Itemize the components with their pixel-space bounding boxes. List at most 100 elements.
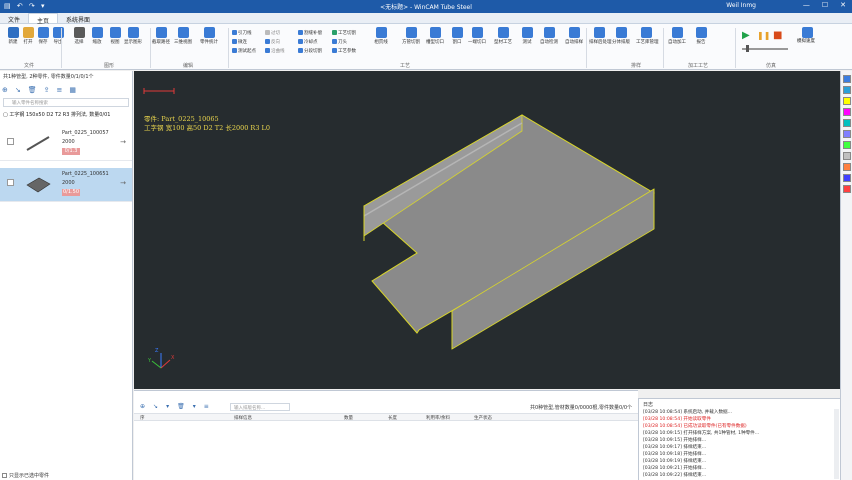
part-detail-arrow-icon[interactable]: → [120, 138, 126, 146]
color-swatch[interactable] [843, 130, 851, 138]
color-swatch[interactable] [843, 141, 851, 149]
col-utilization[interactable]: 利用率/余料 [426, 415, 450, 421]
zoom-button[interactable]: 缩放 [90, 27, 104, 45]
add-part-icon[interactable]: ⊕ [2, 86, 8, 94]
speed-slider-thumb[interactable] [746, 45, 749, 52]
show-selected-option[interactable]: 只显示已选中零件 [2, 472, 49, 479]
col-info[interactable]: 排样信息 [234, 415, 252, 421]
reverse-button[interactable]: 反向 [265, 38, 285, 47]
trace-path-button[interactable]: 截取路径 [152, 27, 170, 45]
process-lib-button[interactable]: 工艺库管理 [636, 27, 659, 45]
grid-icon[interactable]: ▦ [69, 86, 76, 94]
tab-home[interactable]: 主页 [28, 13, 59, 25]
test-start-button[interactable]: 测试起点 [232, 47, 256, 56]
process-param-button[interactable]: 工艺参数 [332, 47, 356, 56]
import-icon[interactable]: ⇪ [44, 86, 50, 94]
delete-nest-icon[interactable]: 🗑 [177, 403, 185, 410]
show-selected-checkbox[interactable] [2, 473, 7, 478]
head-button[interactable]: 刀头 [332, 38, 356, 47]
split-nest-button[interactable]: 分体排版 [612, 27, 630, 45]
slot-cut-button[interactable]: 槽型切口 [426, 27, 444, 45]
part-stats-button[interactable]: 零件统计 [200, 27, 218, 45]
select-nest-icon[interactable]: ↘ [153, 403, 158, 410]
pause-button[interactable]: ❚❚ [757, 31, 770, 40]
end-cut-button[interactable]: 一端切口 [468, 27, 486, 45]
part-detail-arrow-icon[interactable]: → [120, 179, 126, 187]
close-button[interactable]: ✕ [840, 1, 846, 9]
3d-viewport[interactable]: 零件: Part_0225_10065 工字钢 宽100 高50 D2 T2 长… [134, 71, 840, 389]
post-nest-button[interactable]: 排样后处理 [589, 27, 612, 45]
part-row-selected[interactable]: Part_0225_100651 2000 0/1.50 → [0, 168, 132, 202]
rect-tube-cut-button[interactable]: 方管切割 [402, 27, 420, 45]
auto-machining-button[interactable]: 自动加工 [668, 27, 686, 45]
list-nest-icon[interactable]: ≡ [204, 403, 209, 410]
add-nest-icon[interactable]: ⊕ [140, 403, 145, 410]
log-line: [03/28 10:08:54] 已成功读取零件(已有零件数据) [643, 424, 747, 429]
tab-system[interactable]: 系统界面 [58, 13, 98, 24]
intersect-line-button[interactable]: 相贯线 [374, 27, 388, 45]
color-swatch[interactable] [843, 86, 851, 94]
auto-nest-button[interactable]: 自动排样 [565, 27, 583, 45]
part-search-input[interactable]: 输入零件名称搜索 [3, 98, 129, 107]
new-icon [7, 27, 19, 38]
profile-process-button[interactable]: 型材工艺 [494, 27, 512, 45]
auto-machining-icon [671, 27, 683, 38]
auto-check-button[interactable]: 自动检测 [540, 27, 558, 45]
log-line: [03/28 10:08:54] 系统启动, 并载入数据... [643, 410, 733, 415]
color-swatch[interactable] [843, 75, 851, 83]
axis-y-label: Y [148, 358, 152, 364]
log-line: [03/28 10:09:18] 开始排样... [643, 452, 707, 457]
maximize-button[interactable]: ☐ [822, 1, 828, 9]
tab-file[interactable]: 文件 [0, 13, 28, 24]
stop-button[interactable]: ■ [773, 30, 782, 41]
lead-line-button[interactable]: 引刀线 [232, 29, 256, 38]
log-scrollbar[interactable] [834, 409, 839, 479]
color-swatch[interactable] [843, 108, 851, 116]
col-status[interactable]: 生产状态 [474, 415, 492, 421]
report-button[interactable]: 报告 [694, 27, 708, 45]
list-icon[interactable]: ≡ [57, 86, 63, 94]
part-checkbox[interactable] [7, 138, 14, 145]
group-label-machining: 加工工艺 [688, 63, 709, 69]
process-cut-button[interactable]: 工艺切割 [332, 29, 356, 38]
delete-icon[interactable]: 🗑 [28, 86, 37, 94]
micro-joint-button[interactable]: 微连 [232, 38, 256, 47]
dropdown-icon[interactable]: ▾ [193, 403, 196, 410]
color-swatch[interactable] [843, 97, 851, 105]
color-swatch[interactable] [843, 152, 851, 160]
sim-speed-button[interactable]: 模拟速度 [797, 27, 815, 44]
color-swatch[interactable] [843, 185, 851, 193]
color-swatch[interactable] [843, 119, 851, 127]
select-icon[interactable]: ↘ [15, 86, 21, 94]
col-qty[interactable]: 数量 [344, 415, 353, 421]
nest-stats: 共0种管型,管材数量0/0000根,零件数量0/0个 [530, 405, 632, 411]
nest-search-input[interactable]: 输入排版名称... [230, 403, 290, 411]
color-toolbar [840, 71, 852, 480]
overcut-button[interactable]: 过切 [265, 29, 285, 38]
stock-tube-entry[interactable]: ▢ 工字钢 150x50 D2 T2 R3 排列法, 数量0/01 [3, 111, 110, 118]
cooling-point-button[interactable]: 冷却点 [298, 38, 322, 47]
part-row[interactable]: Part_0225_100057 2000 0/1.3 → [0, 127, 132, 161]
color-swatch[interactable] [843, 163, 851, 171]
select-button[interactable]: 选择 [72, 27, 86, 45]
test-button[interactable]: 测试 [520, 27, 534, 45]
part-checkbox[interactable] [7, 179, 14, 186]
view-button[interactable]: 视图 [108, 27, 122, 45]
group-label-graphics: 图形 [104, 63, 115, 69]
col-index[interactable]: 序 [140, 415, 145, 421]
dropdown-icon[interactable]: ▾ [166, 403, 169, 410]
minimize-button[interactable]: — [803, 1, 810, 9]
segment-cut-button[interactable]: 分段切割 [298, 47, 322, 56]
color-swatch[interactable] [843, 174, 851, 182]
3d-view-button[interactable]: 三维视图 [174, 27, 192, 45]
along-curve-button[interactable]: 沿曲线 [265, 47, 285, 56]
group-label-file: 文件 [24, 63, 35, 69]
cut-mouth-button[interactable]: 割口 [450, 27, 464, 45]
play-button[interactable]: ▶ [742, 30, 750, 41]
col-length[interactable]: 长度 [388, 415, 397, 421]
show-graphics-button[interactable]: 显示图形 [124, 27, 142, 45]
kerf-comp-button[interactable]: 割缝补偿 [298, 29, 322, 38]
axis-z-label: Z [155, 348, 159, 354]
user-name[interactable]: Weil Inmg [726, 2, 756, 9]
export-button[interactable]: 导出 [51, 27, 65, 45]
